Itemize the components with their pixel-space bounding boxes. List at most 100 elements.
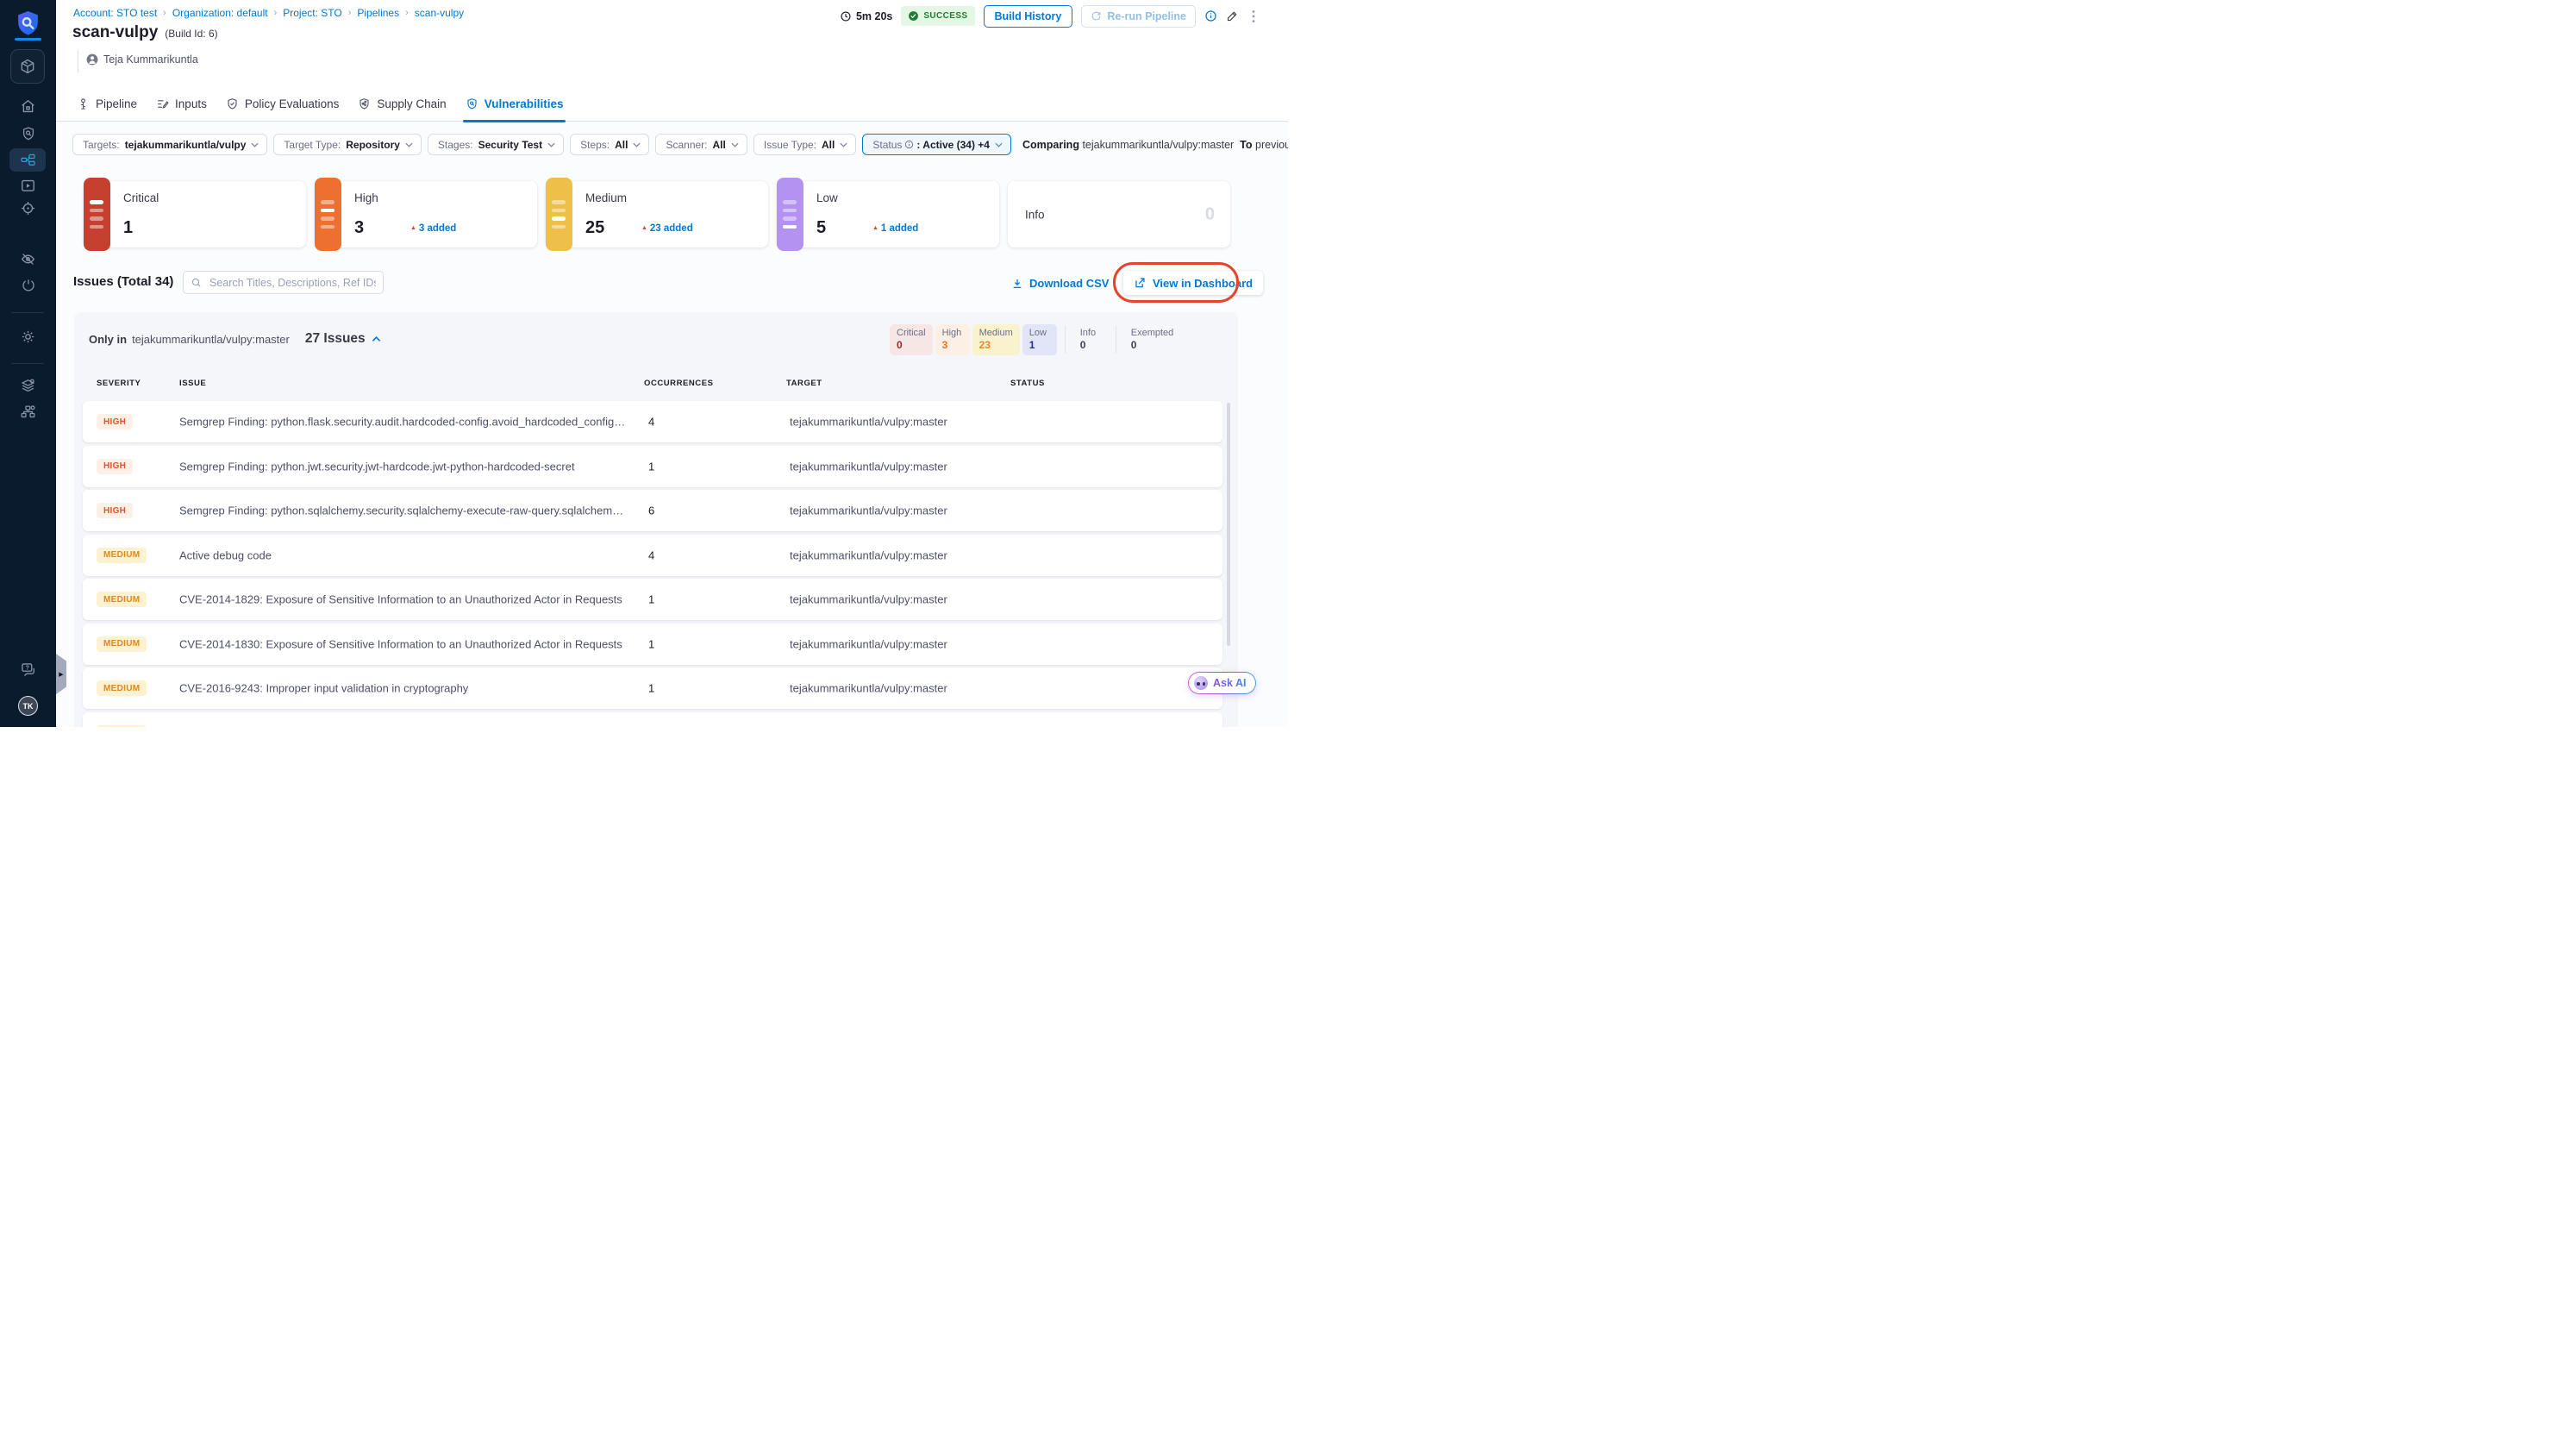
ask-ai-button[interactable]: Ask AI bbox=[1188, 672, 1256, 694]
search-icon bbox=[191, 278, 201, 287]
severity-badge: MEDIUM bbox=[97, 636, 147, 652]
sidebar-item-targets[interactable] bbox=[0, 200, 56, 216]
target-value: tejakummarikuntla/vulpy:master bbox=[790, 681, 947, 695]
breadcrumb-separator: › bbox=[163, 8, 166, 18]
user-icon bbox=[86, 53, 98, 66]
page-title: scan-vulpy bbox=[72, 23, 159, 41]
shield-search-icon bbox=[467, 97, 477, 110]
table-scrollbar[interactable] bbox=[1227, 403, 1230, 646]
occurrences-value: 6 bbox=[648, 504, 655, 517]
breadcrumb-pipelines[interactable]: Pipelines bbox=[357, 7, 399, 19]
target-value: tejakummarikuntla/vulpy:master bbox=[790, 504, 947, 517]
sidebar-item-executions[interactable] bbox=[0, 178, 56, 194]
card-added: ▲ 23 added bbox=[641, 223, 693, 234]
user-avatar[interactable]: TK bbox=[18, 696, 38, 716]
table-row[interactable]: HIGH Semgrep Finding: python.flask.secur… bbox=[83, 401, 1222, 442]
build-duration: 5m 20s bbox=[840, 10, 892, 22]
filter-steps[interactable]: Steps: All bbox=[570, 134, 650, 155]
more-options-icon[interactable] bbox=[1247, 9, 1260, 23]
sidebar-item-pipelines[interactable] bbox=[9, 148, 46, 172]
table-row[interactable]: MEDIUM Active debug code 4 tejakummariku… bbox=[83, 534, 1222, 576]
target-value: tejakummarikuntla/vulpy:master bbox=[790, 548, 947, 561]
table-row[interactable]: MEDIUM CVE-2016-9243: Improper input val… bbox=[83, 667, 1222, 709]
card-medium[interactable]: Medium 25 ▲ 23 added bbox=[546, 178, 768, 251]
card-high[interactable]: High 3 ▲ 3 added bbox=[315, 178, 537, 251]
occurrences-value: 1 bbox=[648, 592, 655, 606]
issue-count-toggle[interactable]: 27 Issues bbox=[305, 331, 381, 347]
table-row[interactable]: HIGH Semgrep Finding: python.sqlalchemy.… bbox=[83, 490, 1222, 531]
card-label: Info bbox=[1025, 208, 1045, 221]
critical-strip-icon bbox=[84, 178, 110, 251]
issue-title: Semgrep Finding: python.flask.security.a… bbox=[179, 415, 628, 429]
filter-scanner[interactable]: Scanner: All bbox=[655, 134, 747, 155]
chip-exempted[interactable]: Exempted 0 bbox=[1124, 324, 1181, 355]
download-icon bbox=[1013, 279, 1022, 288]
breadcrumb-separator: › bbox=[273, 8, 278, 18]
chip-low[interactable]: Low 1 bbox=[1022, 324, 1057, 355]
sidebar-item-module-config[interactable] bbox=[0, 378, 56, 394]
tab-vulnerabilities[interactable]: Vulnerabilities bbox=[462, 86, 566, 122]
pipeline-icon bbox=[81, 97, 85, 110]
chip-medium[interactable]: Medium 23 bbox=[972, 324, 1020, 355]
chip-divider bbox=[1064, 326, 1066, 354]
card-low[interactable]: Low 5 ▲ 1 added bbox=[777, 178, 999, 251]
sidebar-item-settings[interactable] bbox=[0, 329, 56, 345]
table-row[interactable]: HIGH Semgrep Finding: python.jwt.securit… bbox=[83, 445, 1222, 487]
occurrences-value: 4 bbox=[648, 415, 655, 429]
card-count: 3 bbox=[354, 218, 365, 237]
filter-targets[interactable]: Targets: tejakummarikuntla/vulpy bbox=[72, 134, 268, 155]
table-row[interactable]: MEDIUM bbox=[83, 711, 1222, 727]
sidebar-item-org-settings[interactable] bbox=[0, 404, 56, 420]
ai-mascot-icon bbox=[1194, 676, 1208, 690]
chip-info[interactable]: Info 0 bbox=[1073, 324, 1108, 355]
table-row[interactable]: MEDIUM CVE-2014-1830: Exposure of Sensit… bbox=[83, 623, 1222, 665]
sidebar-item-scans[interactable] bbox=[0, 126, 56, 141]
chevron-down-icon bbox=[840, 142, 847, 147]
edit-pipeline-icon[interactable] bbox=[1226, 9, 1239, 22]
filter-target-type[interactable]: Target Type: Repository bbox=[273, 134, 422, 155]
download-csv-button[interactable]: Download CSV bbox=[1011, 272, 1109, 295]
table-header: SEVERITY ISSUE OCCURRENCES TARGET STATUS bbox=[97, 379, 1045, 388]
filter-issue-type[interactable]: Issue Type: All bbox=[753, 134, 857, 155]
breadcrumb-org[interactable]: Organization: default bbox=[172, 7, 268, 19]
triangle-up-icon: ▲ bbox=[410, 225, 416, 231]
build-history-button[interactable]: Build History bbox=[983, 4, 1073, 28]
issues-search bbox=[183, 271, 384, 294]
high-strip-icon bbox=[315, 178, 341, 251]
module-switcher-button[interactable] bbox=[10, 49, 45, 84]
info-icon[interactable] bbox=[1204, 9, 1217, 22]
issue-title: CVE-2016-9243: Improper input validation… bbox=[179, 681, 469, 695]
view-in-dashboard-button[interactable]: View in Dashboard bbox=[1123, 271, 1264, 295]
tab-policy-evaluations[interactable]: Policy Evaluations bbox=[226, 86, 339, 122]
card-critical[interactable]: Critical 1 bbox=[84, 178, 306, 251]
breadcrumb-account[interactable]: Account: STO test bbox=[73, 7, 157, 19]
issues-section-title: Issues (Total 34) bbox=[73, 274, 174, 289]
breadcrumb-current[interactable]: scan-vulpy bbox=[415, 7, 464, 19]
sidebar-item-exemptions[interactable] bbox=[0, 251, 56, 267]
issues-panel: Only in tejakummarikuntla/vulpy:master 2… bbox=[74, 312, 1238, 727]
chip-critical[interactable]: Critical 0 bbox=[890, 324, 933, 355]
breadcrumb-project[interactable]: Project: STO bbox=[283, 7, 341, 19]
card-info[interactable]: Info 0 bbox=[1008, 181, 1230, 248]
tab-pipeline[interactable]: Pipeline bbox=[77, 86, 137, 122]
table-row[interactable]: MEDIUM CVE-2014-1829: Exposure of Sensit… bbox=[83, 579, 1222, 620]
tab-supply-chain[interactable]: Supply Chain bbox=[358, 86, 447, 122]
sidebar-item-home[interactable] bbox=[0, 98, 56, 115]
triangle-up-icon: ▲ bbox=[872, 225, 878, 231]
chip-high[interactable]: High 3 bbox=[935, 324, 970, 355]
issues-list: HIGH Semgrep Finding: python.flask.secur… bbox=[83, 401, 1222, 727]
filter-bar: Targets: tejakummarikuntla/vulpy Target T… bbox=[72, 134, 1288, 155]
filter-stages[interactable]: Stages: Security Test bbox=[427, 134, 565, 155]
sidebar-item-get-started[interactable] bbox=[0, 278, 56, 293]
help-chat-icon[interactable]: ? bbox=[0, 661, 56, 679]
low-strip-icon bbox=[777, 178, 803, 251]
tab-inputs[interactable]: Inputs bbox=[156, 86, 207, 122]
severity-badge: MEDIUM bbox=[97, 724, 147, 727]
search-input[interactable] bbox=[183, 271, 384, 294]
occurrences-value: 1 bbox=[648, 637, 655, 650]
shield-check-icon bbox=[228, 97, 237, 110]
filter-status[interactable]: Status : Active (34) +4 bbox=[862, 134, 1011, 155]
card-count: 25 bbox=[585, 218, 605, 237]
rerun-pipeline-button[interactable]: Re-run Pipeline bbox=[1081, 4, 1196, 28]
card-count: 0 bbox=[1204, 204, 1215, 223]
